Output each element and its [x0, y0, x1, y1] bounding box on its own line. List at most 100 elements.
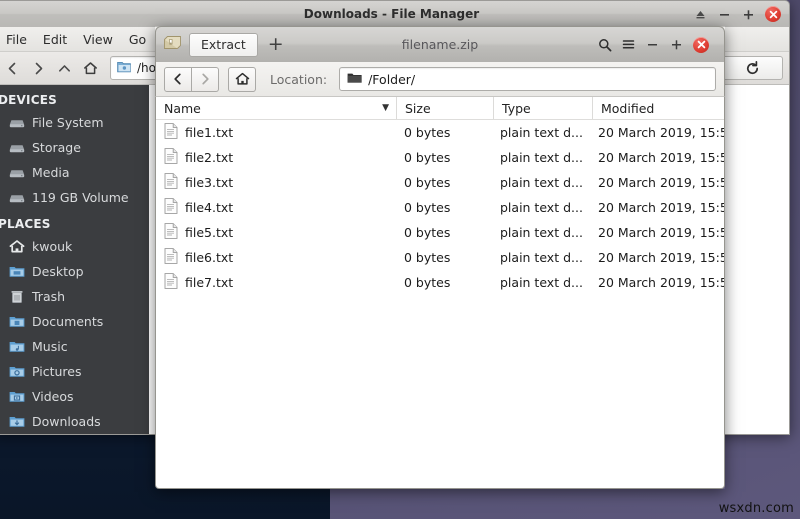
column-header-size[interactable]: Size: [396, 97, 493, 119]
table-row[interactable]: file1.txt0 bytesplain text d...20 March …: [156, 120, 724, 145]
reload-button[interactable]: [721, 56, 783, 80]
file-name: file5.txt: [185, 225, 233, 240]
column-header-type[interactable]: Type: [493, 97, 592, 119]
sidebar-item-downloads[interactable]: Downloads: [0, 409, 149, 434]
column-header-name[interactable]: Name ▼: [156, 97, 396, 119]
cell-size: 0 bytes: [396, 275, 492, 290]
cell-name: file7.txt: [156, 273, 396, 292]
new-tab-button[interactable]: +: [265, 35, 287, 54]
drive-icon: [8, 140, 25, 155]
sidebar-item-videos[interactable]: Videos: [0, 384, 149, 409]
table-row[interactable]: file7.txt0 bytesplain text d... 20 March …: [156, 270, 724, 295]
cell-type: plain text d...: [492, 200, 590, 215]
minimize-button[interactable]: [645, 37, 660, 52]
text-file-icon: [164, 223, 178, 242]
maximize-button[interactable]: [741, 7, 756, 22]
sidebar-item-label: Downloads: [32, 414, 101, 429]
back-button[interactable]: [0, 56, 24, 80]
sidebar-item-label: Videos: [32, 389, 74, 404]
sidebar-item-label: 119 GB Volume: [32, 190, 129, 205]
menu-view[interactable]: View: [75, 29, 121, 50]
home-button[interactable]: [78, 56, 102, 80]
sidebar-item-label: Music: [32, 339, 68, 354]
sidebar-item-pictures[interactable]: Pictures: [0, 359, 149, 384]
cell-modified: 20 March 2019, 15:59: [590, 150, 724, 165]
folder-icon: [117, 60, 132, 76]
menu-file[interactable]: File: [0, 29, 35, 50]
cell-modified: 20 March 2019, 15:59: [590, 175, 724, 190]
location-entry[interactable]: /Folder/: [339, 67, 716, 91]
sidebar-item-volume[interactable]: 119 GB Volume: [0, 185, 149, 210]
sidebar-places-header: PLACES: [0, 210, 149, 234]
archive-back-button[interactable]: [164, 67, 192, 92]
trash-icon: [8, 289, 25, 304]
location-value: /Folder/: [368, 72, 415, 87]
table-row[interactable]: file2.txt 0 bytes plain text d... 20 March …: [156, 145, 724, 170]
file-name: file2.txt: [185, 150, 233, 165]
watermark: wsxdn.com: [719, 501, 794, 516]
sidebar-item-trash[interactable]: Trash: [0, 284, 149, 309]
file-name: file1.txt: [185, 125, 233, 140]
file-modified: 20 March 2019, 15:59: [598, 150, 724, 165]
sidebar: DEVICES File System Storage: [0, 85, 149, 434]
menu-edit[interactable]: Edit: [35, 29, 75, 50]
sidebar-item-music[interactable]: Music: [0, 334, 149, 359]
file-type: plain text d...: [500, 175, 583, 190]
cell-name: file6.txt: [156, 248, 396, 267]
archive-navigation-bar: Location: /Folder/: [155, 62, 725, 97]
menu-go[interactable]: Go: [121, 29, 154, 50]
cell-type: plain text d...: [492, 275, 590, 290]
sidebar-item-storage[interactable]: Storage: [0, 135, 149, 160]
file-manager-titlebar[interactable]: Downloads - File Manager: [0, 0, 790, 27]
table-row[interactable]: file4.txt0 bytesplain text d...20 March …: [156, 195, 724, 220]
file-modified: 20 March 2019, 15:59: [598, 225, 724, 240]
sidebar-item-label: Trash: [32, 289, 65, 304]
archive-forward-button[interactable]: [192, 67, 219, 92]
file-type: plain text d...: [500, 150, 583, 165]
cell-size: 0 bytes: [396, 150, 492, 165]
archive-file-list: Name ▼ Size Type Modified file1.txt 0 byt…: [155, 97, 725, 489]
file-size: 0 bytes: [404, 200, 450, 215]
forward-button[interactable]: [26, 56, 50, 80]
sidebar-item-desktop[interactable]: Desktop: [0, 259, 149, 284]
table-row[interactable]: file5.txt0 bytesplain text d...20 March …: [156, 220, 724, 245]
close-button[interactable]: [693, 37, 709, 53]
sidebar-item-kwouk[interactable]: kwouk: [0, 234, 149, 259]
file-name: file3.txt: [185, 175, 233, 190]
archive-titlebar[interactable]: Extract + filename.zip: [155, 26, 725, 62]
sidebar-item-label: Documents: [32, 314, 103, 329]
documents-folder-icon: [8, 314, 25, 329]
column-header-modified[interactable]: Modified: [592, 97, 724, 119]
file-name: file4.txt: [185, 200, 233, 215]
sidebar-item-label: Pictures: [32, 364, 82, 379]
extract-button[interactable]: Extract: [189, 33, 258, 57]
hamburger-menu-icon[interactable]: [621, 37, 636, 52]
location-label: Location:: [270, 72, 327, 87]
sidebar-item-label: Storage: [32, 140, 81, 155]
cell-size: 0 bytes: [396, 200, 492, 215]
maximize-button[interactable]: [669, 37, 684, 52]
cell-size: 0 bytes: [396, 225, 492, 240]
cell-name: file2.txt: [156, 148, 396, 167]
archive-rows-area[interactable]: file1.txt0 bytesplain text d...20 March …: [156, 120, 724, 488]
archive-home-button[interactable]: [228, 67, 256, 92]
file-name: file6.txt: [185, 250, 233, 265]
close-button[interactable]: [765, 6, 781, 22]
cell-type: plain text d...: [492, 125, 590, 140]
sidebar-item-media[interactable]: Media: [0, 160, 149, 185]
file-manager-title: Downloads - File Manager: [0, 7, 789, 21]
minimize-button[interactable]: [717, 7, 732, 22]
column-headers: Name ▼ Size Type Modified: [156, 97, 724, 120]
cell-type: plain text d...: [492, 250, 590, 265]
file-type: plain text d...: [500, 250, 583, 265]
table-row[interactable]: file3.txt0 bytesplain text d...20 March …: [156, 170, 724, 195]
up-button[interactable]: [52, 56, 76, 80]
sidebar-item-file-system[interactable]: File System: [0, 110, 149, 135]
shade-button[interactable]: [693, 7, 708, 22]
search-icon[interactable]: [597, 37, 612, 52]
sort-descending-icon: ▼: [382, 103, 389, 113]
sidebar-item-documents[interactable]: Documents: [0, 309, 149, 334]
cell-size: 0 bytes: [396, 125, 492, 140]
table-row[interactable]: file6.txt0 bytesplain text d...20 March …: [156, 245, 724, 270]
file-modified: 20 March 2019, 15:59: [598, 275, 724, 290]
